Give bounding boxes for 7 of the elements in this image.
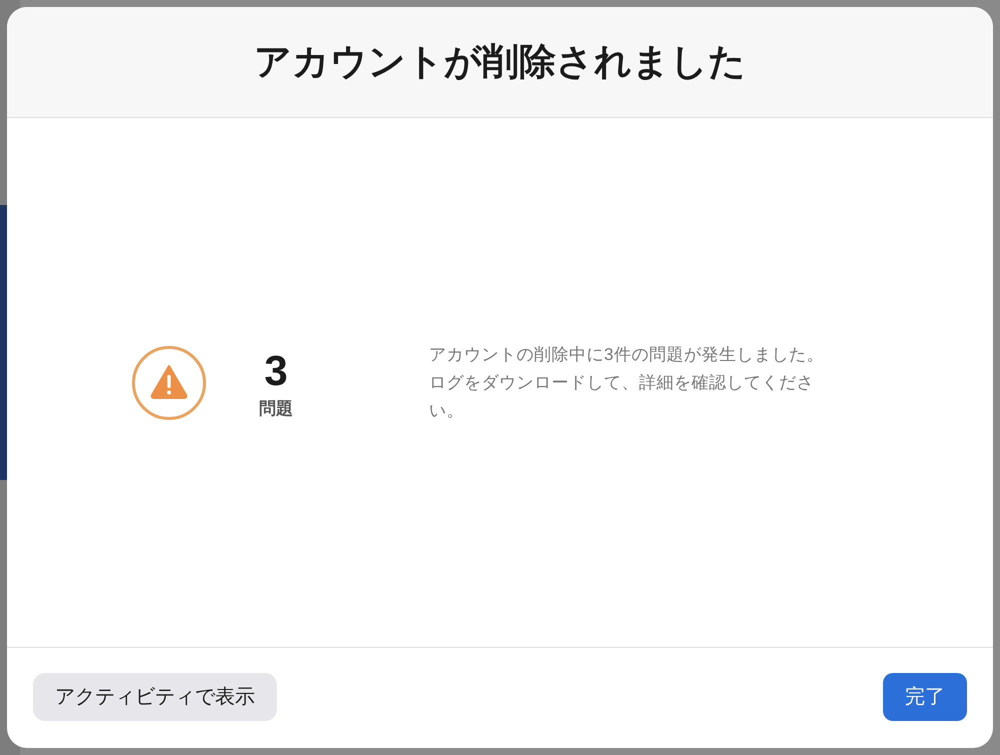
dialog-title: アカウントが削除されました bbox=[254, 40, 746, 84]
warning-icon bbox=[131, 344, 207, 420]
activity-button[interactable]: アクティビティで表示 bbox=[33, 672, 277, 720]
dialog-message: アカウントの削除中に3件の問題が発生しました。ログをダウンロードして、詳細を確認してください。 bbox=[429, 344, 825, 422]
issue-label: 問題 bbox=[259, 398, 293, 420]
issue-count: 3 bbox=[264, 350, 288, 392]
done-button[interactable]: 完了 bbox=[883, 672, 967, 720]
